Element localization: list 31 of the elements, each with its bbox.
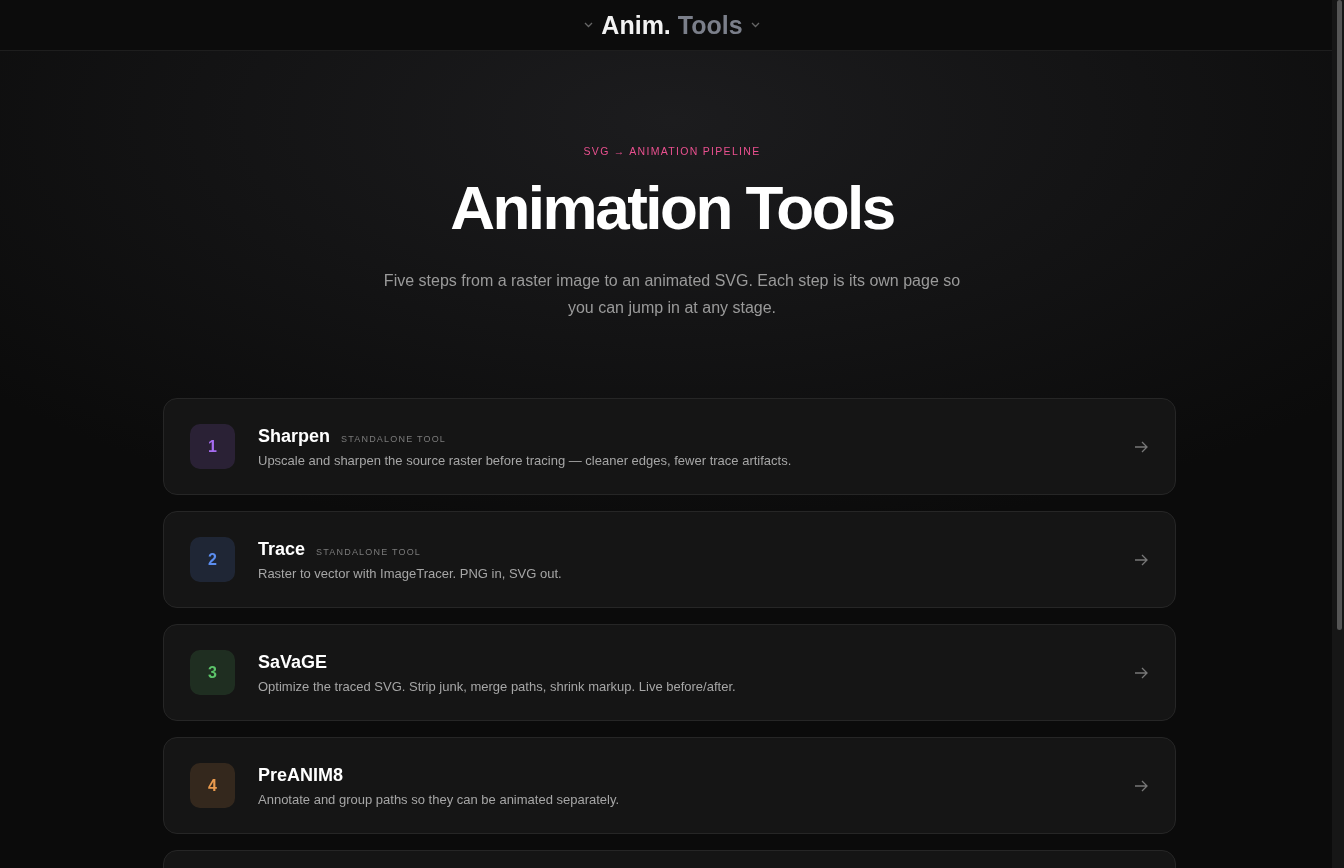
step-number: 4 [208, 776, 217, 795]
step-card[interactable]: 4 PreANIM8 Annotate and group paths so they can be animated separately. [163, 737, 1176, 834]
page-title: Animation Tools [450, 177, 894, 239]
scrollbar-thumb[interactable] [1337, 0, 1342, 630]
step-title: PreANIM8 [258, 764, 344, 786]
brand-name: Tools [677, 10, 743, 40]
chevron-down-icon[interactable] [750, 22, 760, 28]
step-description: Upscale and sharpen the source raster before tracing — cleaner edges, fewer trace artifacts. [258, 452, 793, 468]
step-number: 3 [208, 663, 217, 682]
step-title: SaVaGE [258, 651, 328, 673]
step-number: 1 [208, 437, 217, 456]
arrow-right-icon [1134, 440, 1149, 453]
tool-tag: STANDALONE TOOL [341, 433, 447, 444]
scrollbar[interactable] [1332, 0, 1344, 868]
chevron-down-icon[interactable] [584, 22, 594, 28]
step-number: 2 [208, 550, 217, 569]
step-description: Annotate and group paths so they can be animated separately. [258, 791, 621, 807]
step-description: Optimize the traced SVG. Strip junk, merge paths, shrink markup. Live before/after. [258, 678, 737, 694]
kicker-text: SVG → ANIMATION PIPELINE [583, 145, 761, 157]
step-description: Raster to vector with ImageTracer. PNG in, SVG out. [258, 565, 563, 581]
tool-tag: STANDALONE TOOL [316, 546, 422, 557]
arrow-right-icon [1134, 779, 1149, 792]
arrow-right-icon [1134, 666, 1149, 679]
subtitle-text: Five steps from a raster image to an animated SVG. Each step is its own page so you can jump in at any stage. [382, 271, 962, 318]
step-title: Trace [258, 538, 306, 560]
step-title: Sharpen [258, 425, 331, 447]
brand-name: Anim. [601, 10, 671, 40]
step-card[interactable]: 3 SaVaGE Optimize the traced SVG. Strip junk, merge paths, shrink markup. Live before/after. [163, 624, 1176, 721]
arrow-right-icon [1134, 553, 1149, 566]
step-card[interactable]: 2 Trace STANDALONE TOOL Raster to vector with ImageTracer. PNG in, SVG out. [163, 511, 1176, 608]
step-card[interactable]: 1 Sharpen STANDALONE TOOL Upscale and sharpen the source raster before tracing — cleaner edges, fewer trace artifacts. [163, 398, 1176, 495]
